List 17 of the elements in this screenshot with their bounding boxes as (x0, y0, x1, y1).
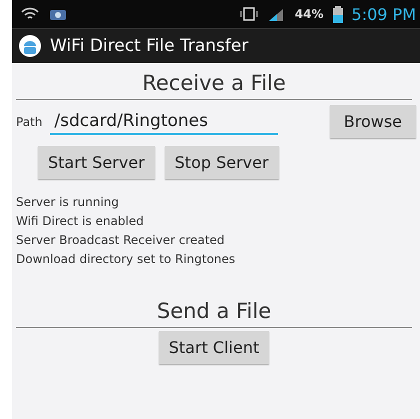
app-title: WiFi Direct File Transfer (50, 36, 248, 56)
log-line: Wifi Direct is enabled (16, 213, 145, 230)
path-label: Path (16, 114, 42, 128)
log-line: Download directory set to Ringtones (16, 251, 236, 268)
path-field[interactable]: /sdcard/Ringtones (50, 108, 278, 134)
battery-icon (332, 5, 344, 23)
server-button[interactable]: Stop Server (164, 146, 279, 179)
vibrate-icon (238, 6, 259, 22)
log-line: Server is running (16, 194, 120, 211)
clock: 5:09 PM (352, 4, 416, 24)
server-button[interactable]: Start Server (38, 146, 155, 179)
log-line: Server Broadcast Receiver created (16, 232, 226, 249)
section-heading: Receive a File (16, 63, 412, 100)
start-client-button[interactable]: Start Client (158, 331, 270, 364)
battery-percent: 44% (294, 7, 324, 21)
section-heading: Send a File (16, 291, 412, 328)
browse-button[interactable]: Browse (330, 105, 416, 138)
